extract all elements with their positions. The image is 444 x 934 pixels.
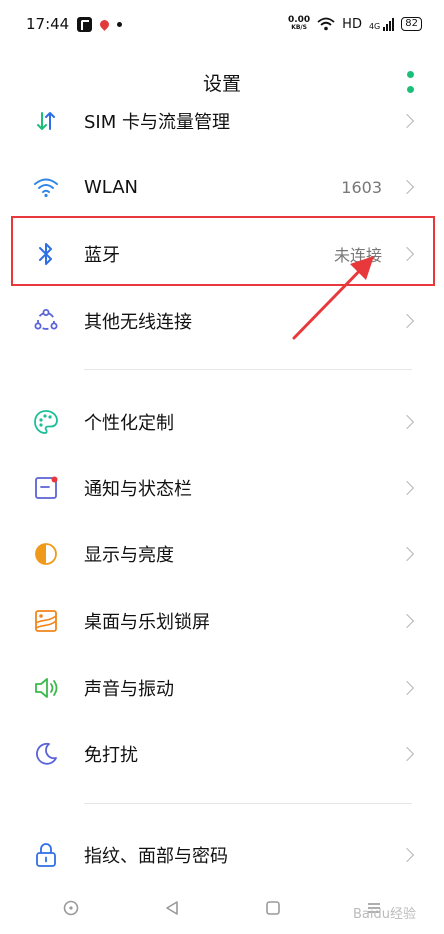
section-divider [84, 369, 412, 370]
back-button[interactable] [157, 893, 187, 923]
brightness-icon [33, 541, 59, 567]
settings-item-sim[interactable]: SIM 卡与流量管理 [0, 88, 444, 154]
location-pin-icon [98, 17, 112, 31]
settings-item-label: 免打扰 [84, 745, 138, 766]
tiktok-icon [77, 16, 93, 32]
section-divider [84, 803, 412, 804]
settings-item-notifications[interactable]: 通知与状态栏 [0, 455, 444, 521]
settings-item-personalization[interactable]: 个性化定制 [0, 389, 444, 455]
status-bar: 17:44 0.00 KB/S HD 4G 82 [0, 0, 444, 48]
settings-item-label: SIM 卡与流量管理 [84, 112, 230, 133]
annotation-arrow-icon [292, 256, 374, 340]
wifi-status-icon [317, 17, 335, 31]
home-button[interactable] [258, 893, 288, 923]
settings-item-label: 指纹、面部与密码 [84, 846, 228, 867]
settings-item-wallpaper[interactable]: 桌面与乐划锁屏 [0, 588, 444, 654]
chevron-right-icon [399, 313, 415, 329]
assistant-button[interactable] [56, 893, 86, 923]
chevron-right-icon [399, 113, 415, 129]
settings-item-label: 声音与振动 [84, 679, 174, 700]
chevron-right-icon [399, 414, 415, 430]
wifi-icon [33, 174, 59, 200]
chevron-right-icon [399, 613, 415, 629]
sim-data-icon [33, 108, 59, 134]
chevron-right-icon [399, 680, 415, 696]
settings-item-label: 显示与亮度 [84, 545, 174, 566]
settings-item-label: 其他无线连接 [84, 312, 192, 333]
chevron-right-icon [399, 480, 415, 496]
settings-item-value: 1603 [341, 177, 382, 197]
lock-icon [33, 842, 59, 868]
settings-item-security[interactable]: 指纹、面部与密码 [0, 822, 444, 888]
wireless-connection-icon [33, 308, 59, 334]
moon-icon [33, 741, 59, 767]
settings-item-sound[interactable]: 声音与振动 [0, 655, 444, 721]
settings-item-label: WLAN [84, 176, 139, 198]
chevron-right-icon [399, 179, 415, 195]
wallpaper-icon [33, 608, 59, 634]
settings-item-label: 个性化定制 [84, 413, 174, 434]
notification-dot-icon [117, 21, 123, 27]
hd-label: HD [342, 16, 362, 32]
signal-icon: 4G [369, 17, 395, 31]
notification-icon [33, 475, 59, 501]
settings-item-do-not-disturb[interactable]: 免打扰 [0, 721, 444, 787]
settings-item-wlan[interactable]: WLAN 1603 [0, 154, 444, 220]
palette-icon [33, 409, 59, 435]
settings-item-display[interactable]: 显示与亮度 [0, 521, 444, 587]
watermark: Baidu经验 [353, 907, 416, 922]
settings-item-label: 桌面与乐划锁屏 [84, 612, 210, 633]
speaker-icon [33, 675, 59, 701]
status-time: 17:44 [26, 15, 70, 33]
chevron-right-icon [399, 546, 415, 562]
chevron-right-icon [399, 746, 415, 762]
net-speed: 0.00 KB/S [287, 15, 311, 32]
battery-icon: 82 [401, 17, 422, 31]
chevron-right-icon [399, 847, 415, 863]
settings-item-label: 通知与状态栏 [84, 479, 192, 500]
